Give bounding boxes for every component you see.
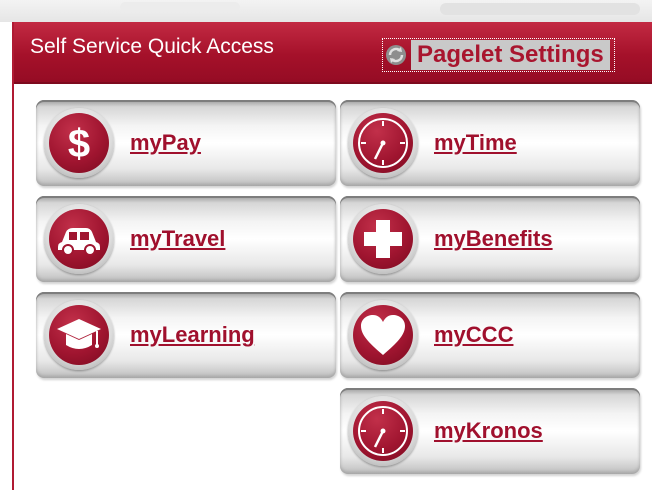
tile-link-mykronos[interactable]: myKronos bbox=[434, 418, 543, 444]
tile-icon-circle bbox=[348, 108, 418, 178]
clock-icon bbox=[353, 113, 413, 173]
tile-link-mytime[interactable]: myTime bbox=[434, 130, 517, 156]
refresh-icon bbox=[385, 44, 407, 66]
tile-mytime[interactable]: myTime bbox=[340, 100, 640, 186]
heart-icon bbox=[353, 305, 413, 365]
tile-mytravel[interactable]: myTravel bbox=[36, 196, 336, 282]
tile-mylearning[interactable]: myLearning bbox=[36, 292, 336, 378]
browser-top-strip bbox=[0, 0, 652, 22]
tile-mypay[interactable]: $ myPay bbox=[36, 100, 336, 186]
pagelet-title: Self Service Quick Access bbox=[30, 35, 274, 58]
tile-mykronos[interactable]: myKronos bbox=[340, 388, 640, 474]
clock-icon bbox=[353, 401, 413, 461]
tile-myccc[interactable]: myCCC bbox=[340, 292, 640, 378]
pagelet-header: Self Service Quick Access Pagelet Settin… bbox=[14, 22, 652, 84]
tile-link-mypay[interactable]: myPay bbox=[130, 130, 201, 156]
graduation-cap-icon bbox=[49, 305, 109, 365]
svg-text:$: $ bbox=[68, 122, 90, 165]
dollar-icon: $ bbox=[49, 113, 109, 173]
plus-icon bbox=[353, 209, 413, 269]
quick-access-pagelet: Self Service Quick Access Pagelet Settin… bbox=[12, 22, 652, 490]
tile-link-myccc[interactable]: myCCC bbox=[434, 322, 513, 348]
tile-icon-circle bbox=[44, 300, 114, 370]
car-icon bbox=[49, 209, 109, 269]
pagelet-settings-label[interactable]: Pagelet Settings bbox=[411, 40, 610, 70]
pagelet-settings-button[interactable]: Pagelet Settings bbox=[382, 38, 615, 72]
tile-link-mytravel[interactable]: myTravel bbox=[130, 226, 225, 252]
tile-icon-circle bbox=[348, 204, 418, 274]
tile-icon-circle bbox=[44, 204, 114, 274]
blurred-area bbox=[440, 3, 640, 15]
blurred-area bbox=[120, 2, 240, 12]
tile-mybenefits[interactable]: myBenefits bbox=[340, 196, 640, 282]
tile-icon-circle bbox=[348, 300, 418, 370]
tile-link-mybenefits[interactable]: myBenefits bbox=[434, 226, 553, 252]
tile-icon-circle: $ bbox=[44, 108, 114, 178]
tile-link-mylearning[interactable]: myLearning bbox=[130, 322, 255, 348]
tile-icon-circle bbox=[348, 396, 418, 466]
